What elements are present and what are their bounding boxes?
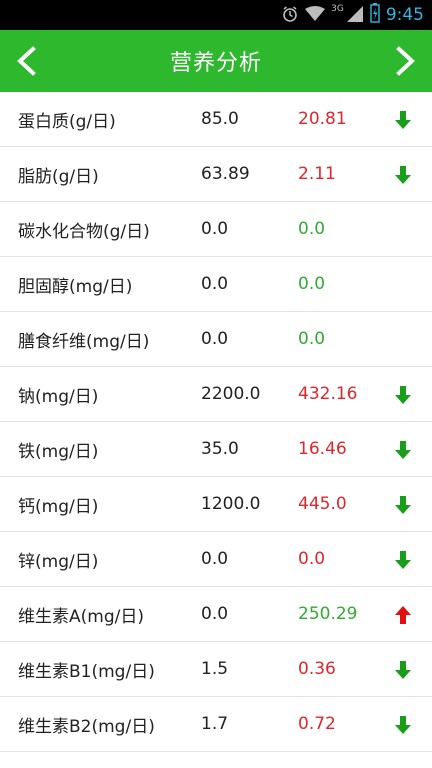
nutrient-standard: 0.0 [201,549,229,569]
arrow-down-icon [395,661,411,679]
arrow-down-icon [395,111,411,129]
nutrient-standard: 85.0 [201,109,239,129]
nutrient-row[interactable]: 胆固醇(mg/日) 0.0 0.0 [0,257,432,312]
wifi-icon [305,5,326,25]
nutrient-value: 445.0 [298,494,347,514]
chevron-left-icon [17,46,36,76]
nutrient-value: 0.0 [298,274,326,294]
nutrient-standard: 1.7 [201,714,229,734]
nutrient-name: 维生素B1(mg/日) [18,661,155,682]
nutrient-name: 钠(mg/日) [18,386,99,407]
nutrient-name: 铁(mg/日) [18,441,99,462]
nutrient-value: 0.0 [298,549,326,569]
nutrient-row[interactable]: 碳水化合物(g/日) 0.0 0.0 [0,202,432,257]
nutrient-standard: 0.0 [201,604,229,624]
network-type-label: 3G [331,4,344,14]
nutrient-row[interactable]: 锌(mg/日) 0.0 0.0 [0,532,432,587]
nutrient-row[interactable]: 膳食纤维(mg/日) 0.0 0.0 [0,312,432,367]
arrow-down-icon [395,716,411,734]
nutrient-name: 脂肪(g/日) [18,166,99,187]
alarm-icon [281,5,299,26]
nutrient-value: 0.0 [298,329,326,349]
page-title: 营养分析 [169,51,262,76]
battery-charging-icon [370,3,380,27]
nutrient-value: 0.72 [298,714,336,734]
nutrient-name: 锌(mg/日) [18,551,99,572]
status-bar: 3G 9:45 [0,0,432,30]
nutrient-row[interactable]: 脂肪(g/日) 63.89 2.11 [0,147,432,202]
nutrient-list: 蛋白质(g/日) 85.0 20.81 脂肪(g/日) 63.89 2.11 碳水化合物(g… [0,92,432,752]
arrow-up-icon [395,606,411,624]
nutrient-row[interactable]: 维生素A(mg/日) 0.0 250.29 [0,587,432,642]
nutrient-name: 钙(mg/日) [18,496,99,517]
app-bar: 营养分析 [0,30,432,92]
nutrient-standard: 1200.0 [201,494,261,514]
nutrient-name: 蛋白质(g/日) [18,111,116,132]
nutrient-standard: 2200.0 [201,384,261,404]
nutrient-value: 2.11 [298,164,336,184]
nutrient-standard: 35.0 [201,439,239,459]
nutrient-standard: 1.5 [201,659,229,679]
next-button[interactable] [380,30,432,92]
prev-button[interactable] [0,30,52,92]
arrow-down-icon [395,496,411,514]
nutrient-standard: 0.0 [201,329,229,349]
nutrient-row[interactable]: 钠(mg/日) 2200.0 432.16 [0,367,432,422]
chevron-right-icon [396,46,415,76]
nutrient-row[interactable]: 维生素B1(mg/日) 1.5 0.36 [0,642,432,697]
arrow-down-icon [395,166,411,184]
nutrient-value: 250.29 [298,604,358,624]
nutrient-row[interactable]: 蛋白质(g/日) 85.0 20.81 [0,92,432,147]
nutrient-name: 膳食纤维(mg/日) [18,331,150,352]
nutrient-name: 维生素B2(mg/日) [18,716,155,737]
signal-icon [346,5,364,26]
nutrient-name: 维生素A(mg/日) [18,606,144,627]
arrow-down-icon [395,441,411,459]
status-time: 9:45 [385,5,424,25]
arrow-down-icon [395,551,411,569]
nutrient-row[interactable]: 铁(mg/日) 35.0 16.46 [0,422,432,477]
nutrient-name: 胆固醇(mg/日) [18,276,133,297]
nutrient-value: 16.46 [298,439,347,459]
nutrient-name: 碳水化合物(g/日) [18,221,150,242]
nutrient-value: 0.36 [298,659,336,679]
nutrient-standard: 0.0 [201,274,229,294]
nutrient-standard: 63.89 [201,164,250,184]
nutrient-standard: 0.0 [201,219,229,239]
nutrient-value: 20.81 [298,109,347,129]
arrow-down-icon [395,386,411,404]
nutrient-value: 432.16 [298,384,358,404]
nutrient-row[interactable]: 钙(mg/日) 1200.0 445.0 [0,477,432,532]
nutrient-row[interactable]: 维生素B2(mg/日) 1.7 0.72 [0,697,432,752]
nutrient-value: 0.0 [298,219,326,239]
